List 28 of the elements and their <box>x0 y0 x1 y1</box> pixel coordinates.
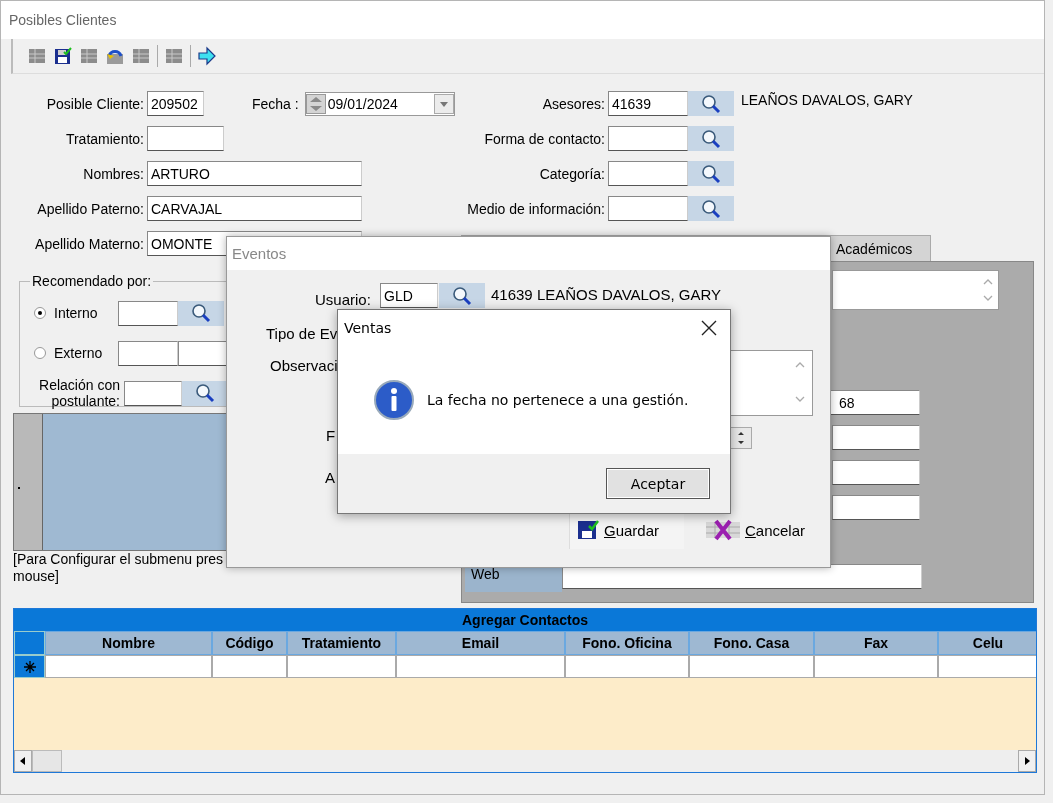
dialog-title: Eventos <box>232 245 287 262</box>
group-title: Recomendado por: <box>31 273 153 289</box>
message-text: La fecha no pertenece a una gestión. <box>427 391 689 408</box>
field-label: Categoría: <box>538 165 605 182</box>
field-label: Tratamiento: <box>64 130 144 147</box>
field-label: Observaci <box>270 357 338 374</box>
field-label: Relación con postulante: <box>38 377 120 409</box>
field-label: Apellido Materno: <box>34 235 144 252</box>
field-label: Apellido Paterno: <box>36 200 144 217</box>
field-label: Nombres: <box>82 165 144 182</box>
dialog-title: Ventas <box>344 319 392 336</box>
field-label: F <box>326 427 336 444</box>
window-title: Posibles Clientes <box>9 12 117 28</box>
field-label: A <box>325 469 335 486</box>
radio-label: Externo <box>54 345 104 361</box>
radio-label: Interno <box>54 305 99 321</box>
grid-title: Agregar Contactos <box>14 609 1036 631</box>
field-label: Asesores: <box>541 95 605 112</box>
advisor-name: LEAÑOS DAVALOS, GARY <box>741 91 913 108</box>
field-label: Tipo de Ev <box>266 325 338 342</box>
field-label: Forma de contacto: <box>483 130 605 147</box>
field-label: Fecha : <box>252 95 299 112</box>
hint-text: [Para Configurar el submenu pres <box>13 551 224 568</box>
field-label: Medio de información: <box>466 200 605 217</box>
field-label: Posible Cliente: <box>45 95 144 112</box>
field-label: Usuario: <box>315 291 371 308</box>
user-name: 41639 LEAÑOS DAVALOS, GARY <box>491 286 722 303</box>
hint-text: mouse] <box>13 568 59 585</box>
